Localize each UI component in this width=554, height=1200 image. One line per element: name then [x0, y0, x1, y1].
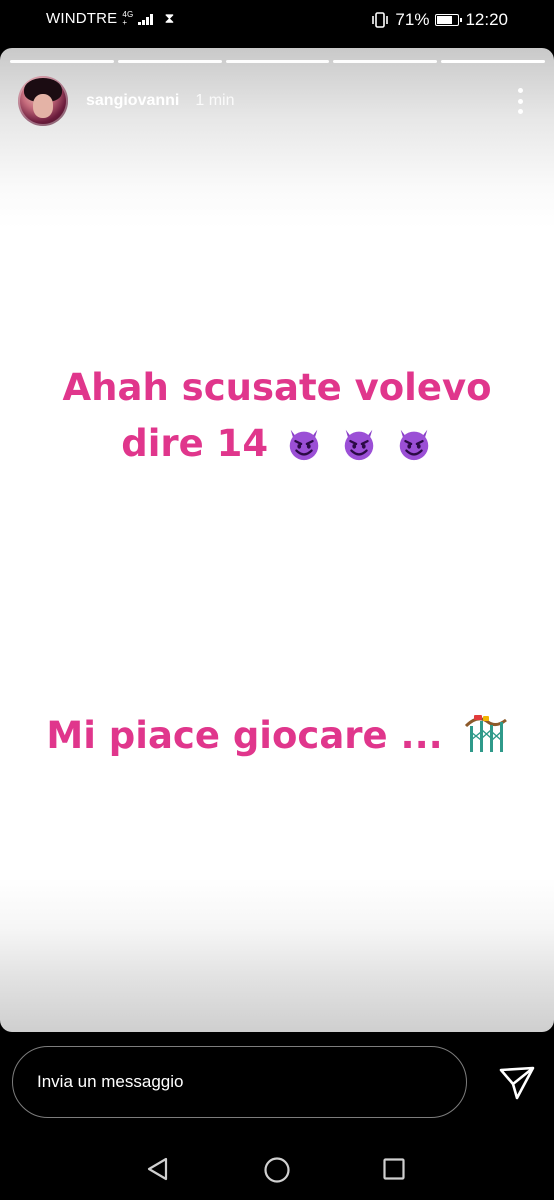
story-text-block-1: Ahah scusate volevo dire 14: [0, 360, 554, 472]
progress-segment: [117, 60, 222, 63]
network-type: 4G +: [122, 10, 133, 27]
time-ago: 1 min: [195, 92, 235, 109]
story-text-line: Ahah scusate volevo: [62, 366, 492, 409]
progress-segment: [225, 60, 330, 63]
story-text-line: Mi piace giocare ...: [46, 714, 443, 757]
progress-segment: [10, 60, 114, 63]
hourglass-icon: ⧗: [164, 10, 175, 26]
story-text-line: dire 14: [121, 422, 269, 465]
recents-icon[interactable]: [383, 1158, 405, 1180]
smiling-devil-emoji: [399, 429, 429, 461]
signal-icon: [138, 13, 154, 25]
status-right: 71% 12:20: [371, 10, 508, 30]
story-header: sangiovanni 1 min: [18, 76, 234, 126]
battery-icon: [435, 14, 463, 26]
screen: WINDTRE 4G + ⧗ 71% 12:20 sangiovanni 1 m…: [0, 0, 554, 1200]
status-bar: WINDTRE 4G + ⧗ 71% 12:20: [0, 0, 554, 42]
network-type-sub: +: [122, 17, 128, 27]
carrier-name: WINDTRE: [46, 10, 118, 27]
progress-segment: [333, 60, 438, 63]
battery-percent: 71%: [395, 10, 430, 29]
vibrate-icon: [372, 12, 389, 28]
smiling-devil-emoji: [289, 429, 319, 461]
progress-segment-current: [441, 60, 545, 63]
send-icon[interactable]: [498, 1064, 536, 1102]
story-progress: [10, 60, 545, 63]
back-icon[interactable]: [145, 1156, 171, 1182]
home-icon[interactable]: [263, 1156, 291, 1184]
clock: 12:20: [465, 10, 508, 29]
roller-coaster-emoji: [464, 715, 507, 752]
status-left: WINDTRE 4G + ⧗: [46, 10, 175, 27]
username[interactable]: sangiovanni: [86, 92, 179, 110]
story-text-line-with-emoji: dire 14: [0, 416, 554, 472]
story-card[interactable]: sangiovanni 1 min Ahah scusate volevo di…: [0, 48, 554, 1032]
message-input[interactable]: Invia un messaggio: [12, 1046, 467, 1118]
avatar[interactable]: [18, 76, 68, 126]
story-text-block-2: Mi piace giocare ...: [0, 708, 554, 764]
navigation-bar: [0, 1140, 554, 1200]
smiling-devil-emoji: [344, 429, 374, 461]
more-options-icon[interactable]: [516, 88, 524, 114]
message-input-placeholder: Invia un messaggio: [37, 1072, 184, 1091]
